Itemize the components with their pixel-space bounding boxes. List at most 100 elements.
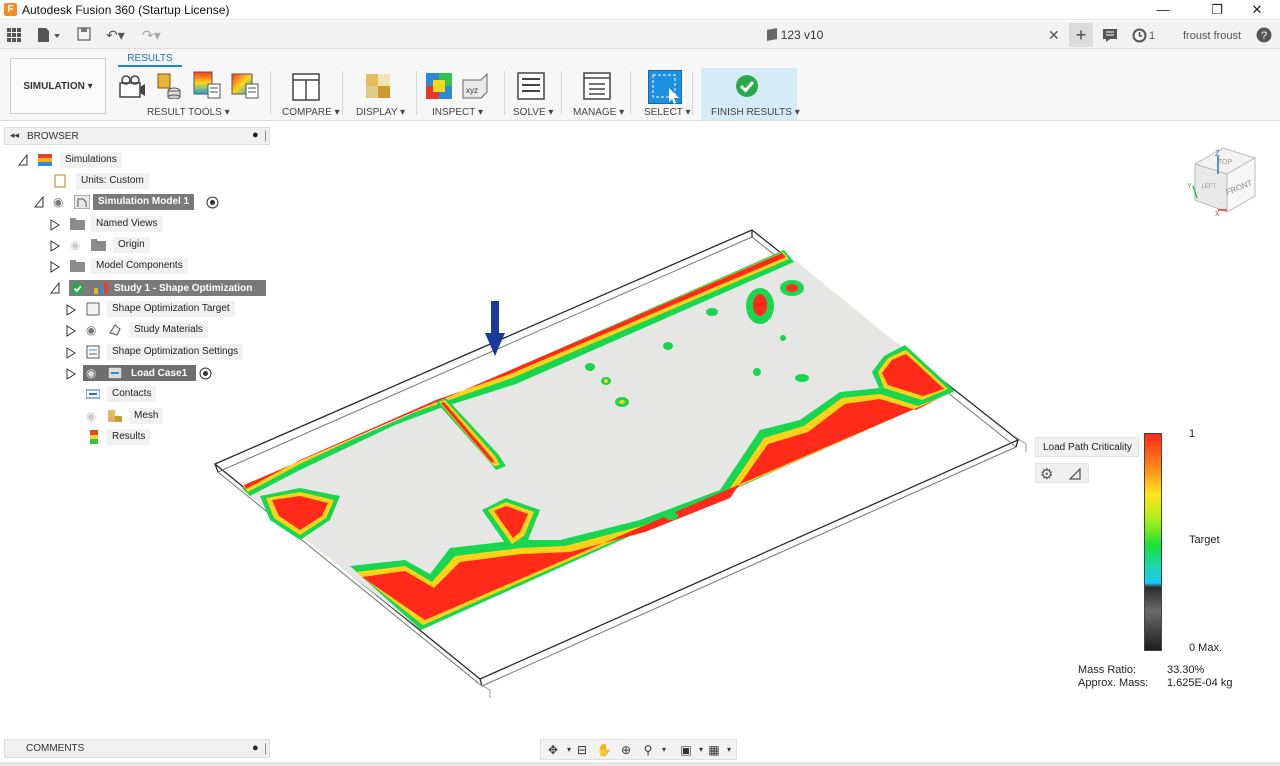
browser-panel-header[interactable]: ◂◂ BROWSER ● | (4, 127, 270, 145)
result-camera-icon[interactable] (118, 73, 146, 101)
tree-item-label: Simulation Model 1 (93, 194, 195, 210)
solve-menu[interactable]: SOLVE ▾ (513, 107, 553, 118)
visibility-eye-icon[interactable]: ◉ (86, 322, 96, 339)
legend-triangle-icon[interactable] (1069, 468, 1081, 480)
compare-menu[interactable]: COMPARE ▾ (282, 107, 340, 118)
result-animate-icon[interactable] (154, 71, 182, 99)
active-radio-icon[interactable] (206, 196, 219, 209)
expand-triangle-icon[interactable] (50, 219, 60, 231)
grid-dropdown-icon[interactable]: ▾ (720, 742, 738, 758)
inspect-probe-icon[interactable] (425, 72, 453, 100)
minimize-button[interactable]: — (1140, 0, 1186, 20)
collapse-triangle-icon[interactable] (34, 196, 44, 208)
tree-item-label: Study Materials (129, 322, 208, 338)
mesh-icon (108, 410, 122, 422)
visibility-eye-icon[interactable]: ◉ (53, 194, 63, 211)
units-document-icon (54, 174, 66, 188)
select-menu[interactable]: SELECT ▾ (644, 107, 691, 118)
panel-grip-icon[interactable]: | (264, 741, 267, 755)
collapse-triangle-icon[interactable] (18, 154, 28, 166)
look-at-icon[interactable]: ⊟ (573, 742, 591, 758)
result-type-dropdown[interactable]: Load Path Criticality ▾ (1035, 437, 1139, 472)
approx-mass-label: Approx. Mass: (1078, 677, 1149, 689)
comments-panel-header[interactable]: COMMENTS ● | (4, 739, 270, 758)
close-tab-icon[interactable]: ✕ (1048, 26, 1060, 44)
approx-mass-value: 1.625E-04 kg (1167, 677, 1233, 689)
manage-menu[interactable]: MANAGE ▾ (573, 107, 624, 118)
inspect-xyz-icon[interactable]: xyz (461, 72, 489, 100)
viewcube-left-label: LEFT (1202, 184, 1217, 190)
tree-item-label: Load Case1 (131, 368, 188, 379)
tree-item-label: Origin (113, 237, 150, 253)
expand-triangle-icon[interactable] (66, 304, 76, 316)
add-comment-icon[interactable]: ● (252, 742, 259, 754)
active-radio-icon[interactable] (199, 367, 212, 380)
redo-icon[interactable]: ↷▾ (142, 26, 161, 44)
window-titlebar: F Autodesk Fusion 360 (Startup License) … (0, 0, 1280, 20)
legend-min-label: 0 Max. (1189, 642, 1223, 654)
document-cube-icon (766, 28, 777, 41)
file-menu-icon[interactable] (37, 27, 61, 43)
viewcube-z-axis: Z (1215, 149, 1220, 158)
chat-icon[interactable] (1102, 28, 1118, 42)
tree-item-label: Simulations (60, 152, 122, 168)
results-colorbar-icon (90, 430, 98, 444)
panel-grip-icon[interactable]: | (264, 128, 267, 142)
result-report-icon[interactable] (193, 71, 221, 99)
finish-results-button[interactable]: FINISH RESULTS ▾ (701, 68, 800, 120)
tree-item-label: Mesh (129, 408, 164, 424)
solve-icon[interactable] (517, 72, 545, 100)
study-complete-check-icon (71, 282, 84, 295)
ribbon-separator (416, 71, 417, 115)
tree-item-label: Results (107, 429, 151, 445)
display-menu[interactable]: DISPLAY ▾ (356, 107, 405, 118)
document-tab[interactable]: 123 v10 (520, 21, 1070, 49)
load-arrow[interactable] (485, 301, 505, 356)
job-status-icon[interactable] (1132, 28, 1147, 43)
result-legend-icon[interactable] (231, 71, 259, 99)
materials-icon (109, 324, 121, 336)
inspect-menu[interactable]: INSPECT ▾ (432, 107, 483, 118)
legend-settings-gear-icon[interactable]: ⚙ (1040, 465, 1053, 483)
expand-triangle-icon[interactable] (50, 240, 60, 252)
close-window-button[interactable]: ✕ (1234, 0, 1280, 20)
collapse-triangle-icon[interactable] (50, 282, 60, 294)
expand-triangle-icon[interactable] (66, 325, 76, 337)
undo-icon[interactable]: ↶▾ (106, 26, 125, 44)
pan-hand-icon[interactable]: ✋ (595, 742, 613, 758)
tab-results[interactable]: RESULTS (118, 51, 182, 67)
select-icon[interactable] (648, 70, 682, 104)
visibility-eye-icon[interactable]: ◉ (86, 365, 96, 382)
zoom-icon[interactable]: ⊕ (617, 742, 635, 758)
workspace-switcher[interactable]: SIMULATION ▾ (10, 58, 106, 114)
new-tab-button[interactable]: + (1069, 23, 1093, 47)
minus-icon[interactable]: ● (252, 129, 259, 141)
job-count: 1 (1149, 30, 1156, 42)
viewcube-x-axis: X (1215, 211, 1220, 218)
display-icon[interactable] (365, 73, 393, 101)
status-strip (0, 762, 1280, 766)
compare-icon[interactable] (292, 73, 320, 101)
expand-triangle-icon[interactable] (50, 261, 60, 273)
folder-icon (70, 218, 85, 230)
hidden-eye-icon[interactable]: ◉ (70, 237, 80, 254)
grid-icon[interactable] (7, 28, 21, 42)
expand-triangle-icon[interactable] (66, 368, 76, 380)
optimization-result-shape (242, 250, 955, 630)
target-body-icon (86, 302, 100, 316)
tree-item-label: Model Components (91, 258, 188, 274)
expand-triangle-icon[interactable] (66, 347, 76, 359)
hidden-eye-icon[interactable]: ◉ (86, 408, 96, 425)
manage-icon[interactable] (583, 72, 611, 100)
viewcube[interactable]: TOP FRONT LEFT Z X Y (1185, 140, 1265, 220)
zoom-dropdown-icon[interactable]: ▾ (655, 742, 673, 758)
tree-item-label: Study 1 - Shape Optimization (114, 283, 253, 294)
legend-max-label: 1 (1189, 428, 1196, 440)
finish-results-menu[interactable]: FINISH RESULTS ▾ (711, 107, 800, 118)
collapse-panel-icon[interactable]: ◂◂ (10, 130, 19, 141)
result-tools-menu[interactable]: RESULT TOOLS ▾ (147, 107, 230, 118)
save-icon[interactable] (77, 27, 91, 41)
checkmark-icon (736, 75, 758, 97)
help-icon[interactable]: ? (1256, 27, 1272, 43)
user-name[interactable]: froust froust (1183, 27, 1241, 45)
